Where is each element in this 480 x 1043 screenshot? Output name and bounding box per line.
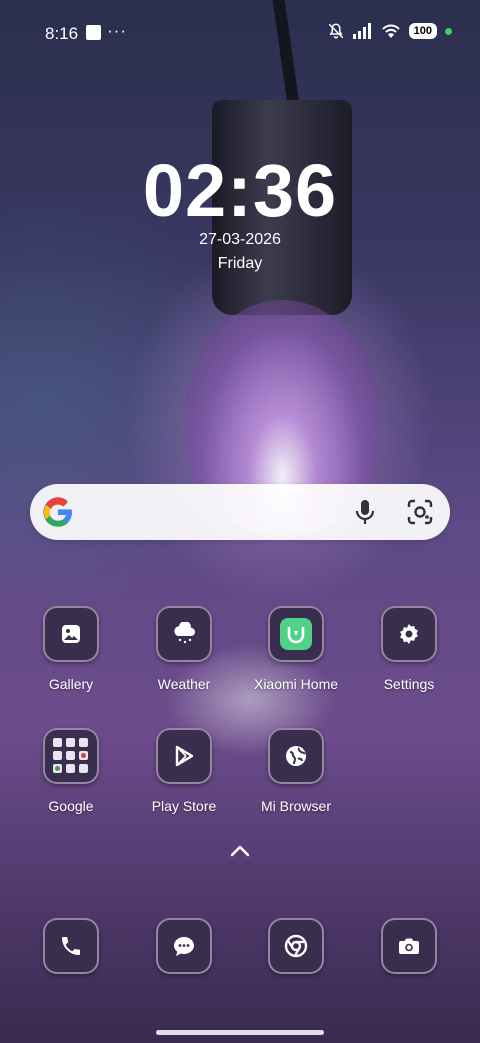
- app-label: Weather: [157, 676, 211, 692]
- dock-chrome[interactable]: [241, 918, 351, 974]
- chrome-icon: [268, 918, 324, 974]
- play-store-icon: [156, 728, 212, 784]
- clock-widget-day: Friday: [217, 255, 263, 272]
- signal-icon: [352, 23, 371, 39]
- messages-icon: [156, 918, 212, 974]
- app-label: Google: [48, 798, 94, 814]
- app-drawer-chevron-up-icon[interactable]: [228, 843, 252, 859]
- google-g-icon: [43, 497, 72, 527]
- app-xiaomi-home[interactable]: Xiaomi Home: [241, 606, 351, 692]
- gallery-icon: [43, 606, 99, 662]
- mute-bell-icon: [328, 23, 343, 39]
- app-label: Settings: [383, 676, 435, 692]
- weather-icon: [156, 606, 212, 662]
- clock-widget-time[interactable]: 02:36: [0, 148, 480, 233]
- camera-icon: [381, 918, 437, 974]
- app-label: Play Store: [151, 798, 217, 814]
- home-screen: 8:16 ··· 100 02:36 27-03-2026 Friday Gal…: [0, 0, 480, 1043]
- status-icons: 100: [327, 22, 452, 40]
- mic-icon[interactable]: [352, 498, 378, 526]
- google-folder-icon: [43, 728, 99, 784]
- gesture-home-bar[interactable]: [156, 1030, 324, 1035]
- app-gallery[interactable]: Gallery: [16, 606, 126, 692]
- more-notifications-icon: ···: [107, 21, 127, 40]
- app-play-store[interactable]: Play Store: [129, 728, 239, 814]
- status-bar: 8:16 ··· 100: [0, 0, 480, 64]
- globe-icon: [268, 728, 324, 784]
- battery-indicator: 100: [408, 23, 437, 39]
- app-label: Mi Browser: [260, 798, 331, 814]
- app-mi-browser[interactable]: Mi Browser: [241, 728, 351, 814]
- app-settings[interactable]: Settings: [354, 606, 464, 692]
- folder-google[interactable]: Google: [16, 728, 126, 814]
- app-label: Gallery: [48, 676, 94, 692]
- app-weather[interactable]: Weather: [129, 606, 239, 692]
- dock-camera[interactable]: [354, 918, 464, 974]
- dock-messages[interactable]: [129, 918, 239, 974]
- google-search-bar[interactable]: [30, 484, 450, 540]
- xiaomi-home-icon: [268, 606, 324, 662]
- gear-icon: [381, 606, 437, 662]
- wifi-icon: [381, 24, 400, 38]
- phone-icon: [43, 918, 99, 974]
- privacy-indicator-dot: [445, 27, 452, 35]
- dock-phone[interactable]: [16, 918, 126, 974]
- app-label: Xiaomi Home: [253, 676, 339, 692]
- notification-square-icon: [86, 25, 101, 40]
- lens-icon[interactable]: [406, 498, 434, 526]
- status-time: 8:16: [45, 24, 79, 43]
- clock-widget-date: 27-03-2026: [199, 231, 281, 248]
